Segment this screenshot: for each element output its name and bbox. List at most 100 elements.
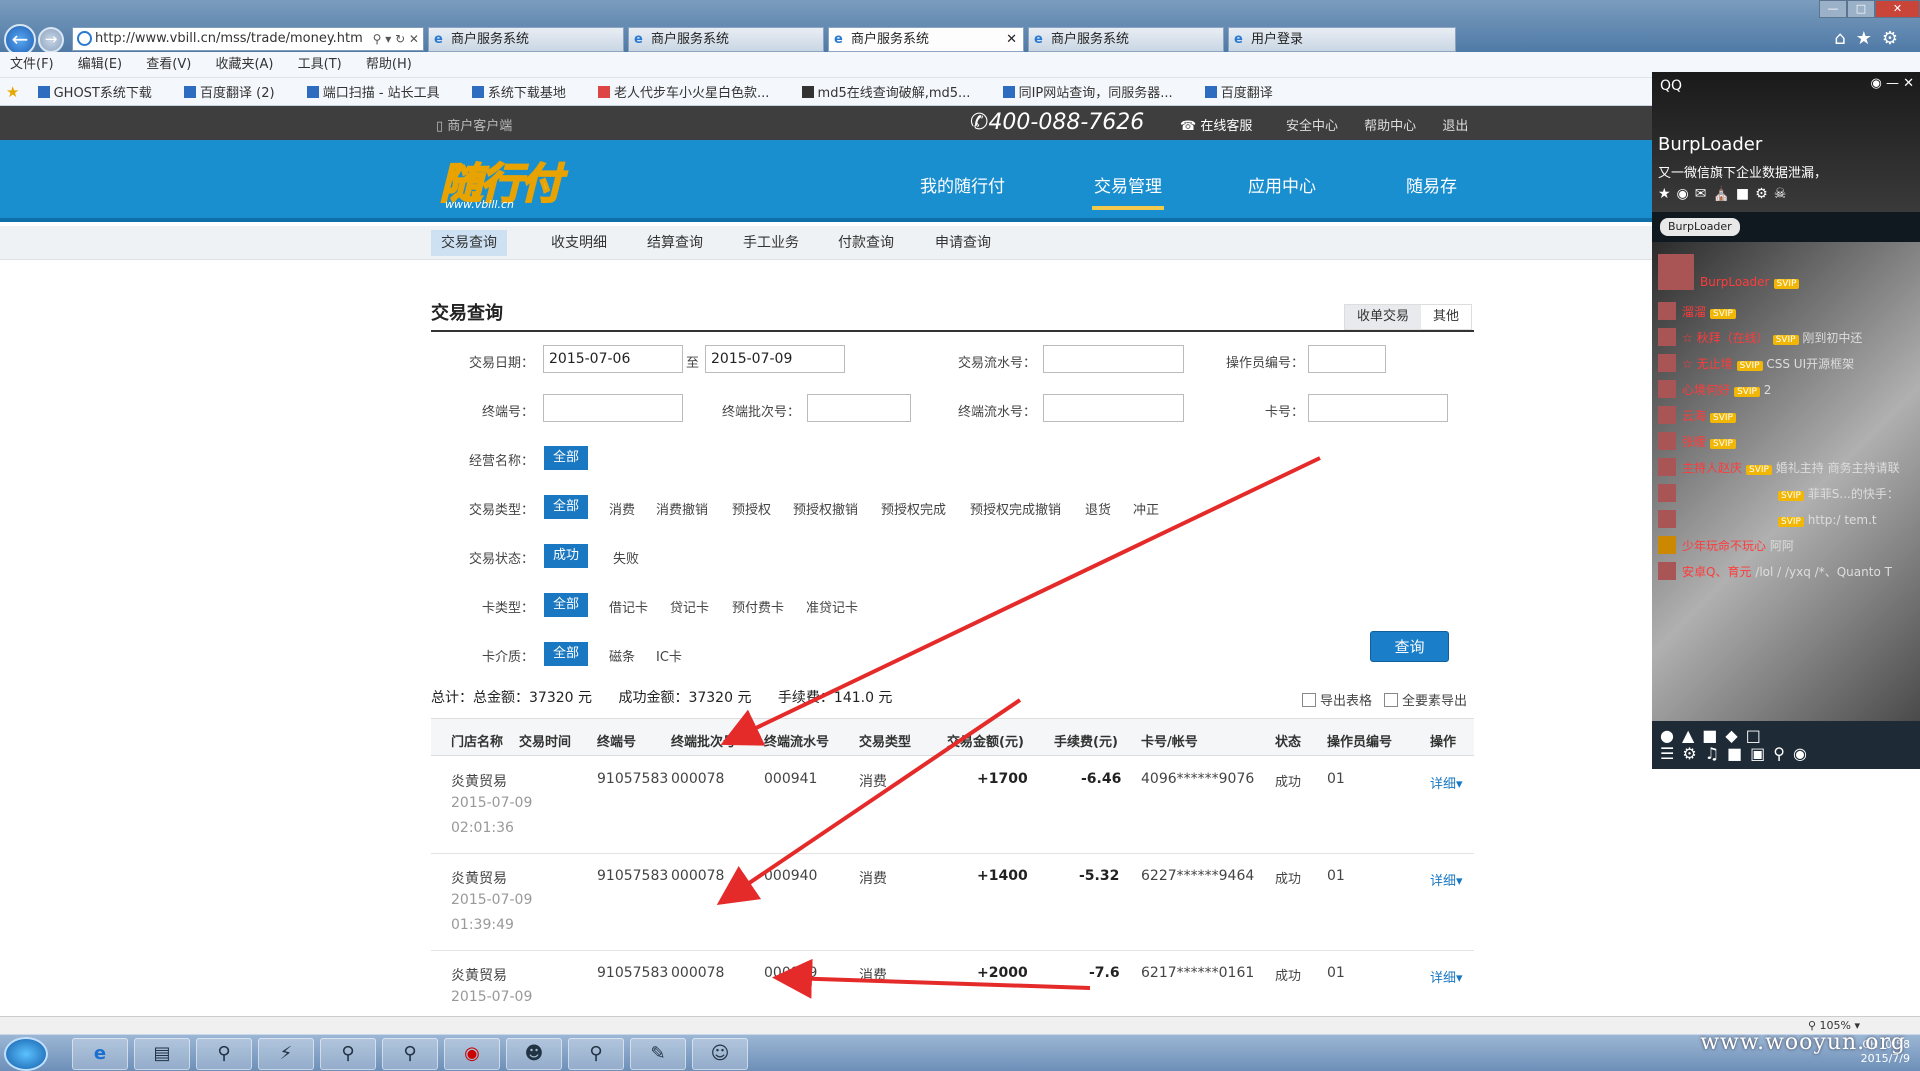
fav-item[interactable]: 系统下载基地 bbox=[471, 86, 580, 101]
subnav-payment-query[interactable]: 付款查询 bbox=[838, 226, 894, 260]
close-icon[interactable]: ✕ bbox=[1875, 0, 1920, 18]
batch-input[interactable] bbox=[807, 394, 911, 422]
nav-trade-management[interactable]: 交易管理 bbox=[1092, 172, 1164, 210]
fav-item[interactable]: 百度翻译 (2) bbox=[184, 86, 289, 101]
logout-link[interactable]: 退出 bbox=[1442, 119, 1468, 134]
medium-option[interactable]: IC卡 bbox=[656, 646, 682, 665]
favorites-star-icon[interactable]: ★ bbox=[6, 83, 19, 101]
qq-feed-item[interactable]: SVIP 菲菲S...的快手： bbox=[1658, 484, 1899, 506]
qq-feed-item[interactable]: 主持人赵庆 SVIP 婚礼主持 商务主持请联 bbox=[1658, 458, 1900, 480]
fav-item[interactable]: 百度翻译 bbox=[1204, 86, 1287, 101]
minimize-icon[interactable]: — bbox=[1819, 0, 1847, 18]
avatar-taskbar-icon[interactable]: ☺ bbox=[692, 1038, 748, 1070]
help-center-link[interactable]: 帮助中心 bbox=[1364, 119, 1416, 134]
qq-feed-item[interactable]: ☆ 无止境 SVIP CSS UI开源框架 bbox=[1658, 354, 1854, 376]
menu-edit[interactable]: 编辑(E) bbox=[78, 57, 122, 72]
subnav-application-query[interactable]: 申请查询 bbox=[935, 226, 991, 260]
serial-input[interactable] bbox=[1043, 345, 1184, 373]
detail-link[interactable]: 详细▾ bbox=[1430, 773, 1463, 792]
term-serial-input[interactable] bbox=[1043, 394, 1184, 422]
app-taskbar-icon[interactable]: ⚡ bbox=[258, 1038, 314, 1070]
type-option[interactable]: 消费撤销 bbox=[656, 499, 708, 518]
close-tab-icon[interactable]: ✕ bbox=[1006, 28, 1017, 51]
ie-taskbar-icon[interactable]: e bbox=[72, 1038, 128, 1070]
type-option[interactable]: 预授权完成 bbox=[881, 499, 946, 518]
qq-feed-item[interactable]: BurpLoader SVIP bbox=[1658, 254, 1800, 290]
qq-signature[interactable]: 又一微信旗下企业数据泄漏， bbox=[1658, 162, 1827, 181]
security-center-link[interactable]: 安全中心 bbox=[1286, 119, 1338, 134]
notepad-taskbar-icon[interactable]: ✎ bbox=[630, 1038, 686, 1070]
subnav-trade-query[interactable]: 交易查询 bbox=[431, 230, 507, 256]
qq-nickname[interactable]: BurpLoader bbox=[1658, 134, 1762, 155]
explorer-taskbar-icon[interactable]: ▤ bbox=[134, 1038, 190, 1070]
medium-option-all[interactable]: 全部 bbox=[544, 642, 589, 666]
merchant-client-link[interactable]: ▯ 商户客户端 bbox=[436, 115, 512, 134]
cardtype-option[interactable]: 准贷记卡 bbox=[806, 597, 858, 616]
nav-my-vbill[interactable]: 我的随行付 bbox=[920, 172, 1005, 197]
app-taskbar-icon[interactable]: ◉ bbox=[444, 1038, 500, 1070]
qq-feed-item[interactable]: ☆ 秋拜（在线） SVIP 刚到初中还 bbox=[1658, 328, 1862, 350]
export-table-button[interactable]: 导出表格 bbox=[1302, 690, 1372, 709]
subnav-settlement-query[interactable]: 结算查询 bbox=[647, 226, 703, 260]
qq-toolbar-icons[interactable]: ★◉✉⛪■⚙☠ bbox=[1658, 186, 1792, 202]
biz-name-all-option[interactable]: 全部 bbox=[544, 446, 589, 470]
terminal-input[interactable] bbox=[543, 394, 683, 422]
maximize-icon[interactable]: □ bbox=[1847, 0, 1875, 18]
key-taskbar-icon[interactable]: ⚲ bbox=[196, 1038, 252, 1070]
qq-feed-item[interactable]: SVIP http:/ tem.t bbox=[1658, 510, 1877, 532]
qq-feed-item[interactable]: 安卓Q、育元 /lol / /yxq /*、Quanto T bbox=[1658, 562, 1892, 584]
qq-feed-item[interactable]: 心境何好 SVIP 2 bbox=[1658, 380, 1771, 402]
menu-favorites[interactable]: 收藏夹(A) bbox=[215, 57, 273, 72]
key-taskbar-icon[interactable]: ⚲ bbox=[568, 1038, 624, 1070]
cardtype-option[interactable]: 借记卡 bbox=[609, 597, 648, 616]
nav-app-center[interactable]: 应用中心 bbox=[1248, 172, 1316, 197]
type-option-all[interactable]: 全部 bbox=[544, 495, 589, 519]
browser-tab[interactable]: 商户服务系统 bbox=[428, 27, 624, 52]
online-service-link[interactable]: ☎ 在线客服 bbox=[1180, 115, 1252, 134]
tab-acquiring-trade[interactable]: 收单交易 bbox=[1345, 305, 1422, 329]
status-option-success[interactable]: 成功 bbox=[544, 544, 589, 568]
query-button[interactable]: 查询 bbox=[1370, 631, 1449, 662]
fav-item[interactable]: 端口扫描 - 站长工具 bbox=[306, 86, 454, 101]
address-bar[interactable]: http://www.vbill.cn/mss/trade/money.htm … bbox=[72, 27, 424, 51]
menu-tools[interactable]: 工具(T) bbox=[298, 57, 342, 72]
browser-toolbar-icons[interactable]: ⌂★⚙ bbox=[1834, 28, 1908, 49]
card-input[interactable] bbox=[1308, 394, 1448, 422]
detail-link[interactable]: 详细▾ bbox=[1430, 870, 1463, 889]
key-taskbar-icon[interactable]: ⚲ bbox=[320, 1038, 376, 1070]
tab-other[interactable]: 其他 bbox=[1421, 305, 1471, 329]
qq-search-tag[interactable]: BurpLoader bbox=[1660, 218, 1740, 236]
start-button[interactable] bbox=[4, 1037, 48, 1071]
address-tools-icon[interactable]: ⚲ ▾ ↻ ✕ bbox=[373, 28, 419, 50]
forward-button[interactable]: → bbox=[38, 27, 64, 53]
fav-item[interactable]: 同IP网站查询，同服务器... bbox=[1002, 86, 1187, 101]
export-all-button[interactable]: 全要素导出 bbox=[1384, 690, 1467, 709]
fav-item[interactable]: 老人代步车小火星白色款... bbox=[597, 86, 783, 101]
browser-tab[interactable]: 商户服务系统 bbox=[628, 27, 824, 52]
qq-bottom-toolbar[interactable]: ●▲■◆□ ☰⚙♫■▣⚲◉ bbox=[1652, 721, 1920, 769]
subnav-manual-business[interactable]: 手工业务 bbox=[743, 226, 799, 260]
detail-link[interactable]: 详细▾ bbox=[1430, 967, 1463, 986]
type-option[interactable]: 预授权完成撤销 bbox=[970, 499, 1061, 518]
qq-feed-item[interactable]: 云海 SVIP bbox=[1658, 406, 1736, 428]
medium-option[interactable]: 磁条 bbox=[609, 646, 635, 665]
type-option[interactable]: 预授权 bbox=[732, 499, 771, 518]
fav-item[interactable]: md5在线查询破解,md5... bbox=[801, 86, 985, 101]
browser-tab-active[interactable]: 商户服务系统✕ bbox=[828, 27, 1024, 52]
status-option-fail[interactable]: 失败 bbox=[613, 548, 639, 567]
qq-feed-item[interactable]: 张暧 SVIP bbox=[1658, 432, 1736, 454]
menu-view[interactable]: 查看(V) bbox=[146, 57, 191, 72]
type-option[interactable]: 消费 bbox=[609, 499, 635, 518]
date-to-input[interactable]: 2015-07-09 bbox=[705, 345, 845, 373]
cardtype-option-all[interactable]: 全部 bbox=[544, 593, 589, 617]
qq-feed-item[interactable]: 溜溜 SVIP bbox=[1658, 302, 1736, 324]
type-option[interactable]: 冲正 bbox=[1133, 499, 1159, 518]
type-option[interactable]: 退货 bbox=[1085, 499, 1111, 518]
menu-file[interactable]: 文件(F) bbox=[10, 57, 54, 72]
qq-taskbar-icon[interactable]: ☻ bbox=[506, 1038, 562, 1070]
cardtype-option[interactable]: 贷记卡 bbox=[670, 597, 709, 616]
nav-easy-deposit[interactable]: 随易存 bbox=[1406, 172, 1457, 197]
menu-help[interactable]: 帮助(H) bbox=[366, 57, 412, 72]
cardtype-option[interactable]: 预付费卡 bbox=[732, 597, 784, 616]
fav-item[interactable]: GHOST系统下载 bbox=[37, 86, 166, 101]
